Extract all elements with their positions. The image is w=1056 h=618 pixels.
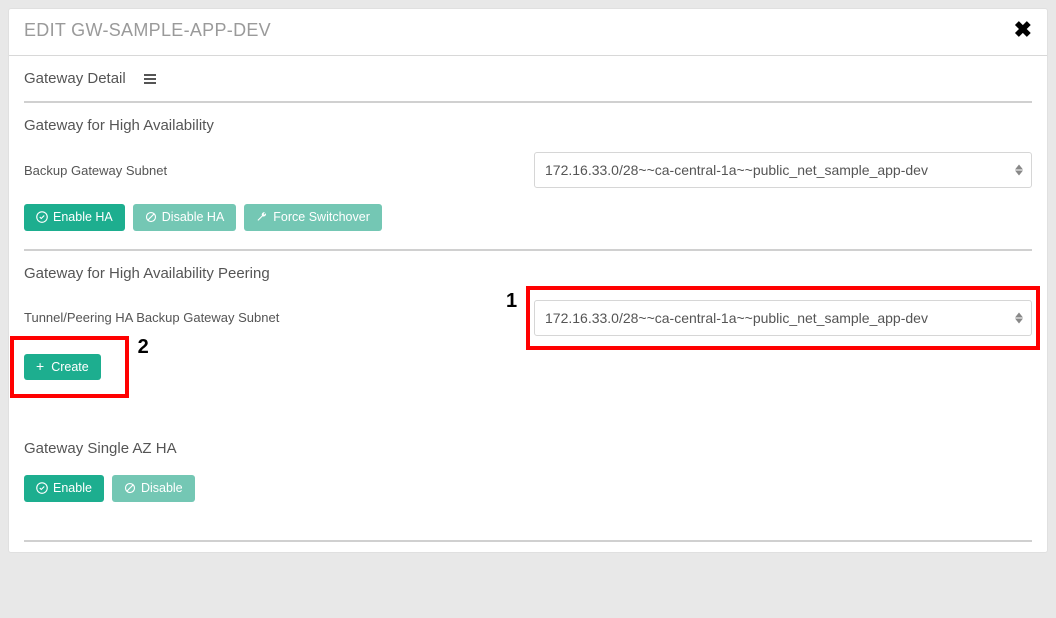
select-arrows-icon [1015,165,1023,176]
gateway-detail-label: Gateway Detail [24,70,126,87]
spacer [24,410,1032,440]
force-switchover-button[interactable]: Force Switchover [244,204,382,231]
peering-field-row: Tunnel/Peering HA Backup Gateway Subnet … [24,300,1032,336]
plus-icon: + [36,361,44,372]
callout-1: 1 [506,290,517,313]
ha-field-row: Backup Gateway Subnet 172.16.33.0/28~~ca… [24,152,1032,188]
disable-single-az-label: Disable [141,482,183,495]
wrench-icon [256,211,268,223]
peering-subnet-value: 172.16.33.0/28~~ca-central-1a~~public_ne… [545,310,928,326]
callout-2: 2 [138,336,149,359]
ha-button-row: Enable HA Disable HA Force Switchover [24,204,1032,231]
section-peering-heading: Gateway for High Availability Peering [24,265,1032,282]
content-area: Gateway Detail Gateway for High Availabi… [9,56,1047,552]
single-az-button-row: Enable Disable [24,475,1032,502]
create-label: Create [51,361,89,374]
create-button[interactable]: + Create [24,354,101,381]
ban-icon [124,482,136,494]
peering-select-wrap: 172.16.33.0/28~~ca-central-1a~~public_ne… [534,300,1032,336]
gateway-detail-row: Gateway Detail [24,56,1032,101]
disable-single-az-button[interactable]: Disable [112,475,195,502]
peering-field-label: Tunnel/Peering HA Backup Gateway Subnet [24,310,534,325]
check-circle-icon [36,211,48,223]
select-arrows-icon [1015,312,1023,323]
section-ha: Gateway for High Availability Backup Gat… [24,101,1032,249]
section-single-az: Gateway Single AZ HA Enable Disable [24,440,1032,520]
enable-ha-label: Enable HA [53,211,113,224]
ha-field-label: Backup Gateway Subnet [24,163,534,178]
ban-icon [145,211,157,223]
hamburger-icon[interactable] [144,74,156,84]
backup-subnet-select[interactable]: 172.16.33.0/28~~ca-central-1a~~public_ne… [534,152,1032,188]
ha-select-wrap: 172.16.33.0/28~~ca-central-1a~~public_ne… [534,152,1032,188]
enable-single-az-label: Enable [53,482,92,495]
disable-ha-label: Disable HA [162,211,225,224]
edit-panel: EDIT GW-SAMPLE-APP-DEV ✖ Gateway Detail … [8,8,1048,553]
backup-subnet-value: 172.16.33.0/28~~ca-central-1a~~public_ne… [545,162,928,178]
page-title: EDIT GW-SAMPLE-APP-DEV [24,20,271,41]
force-switchover-label: Force Switchover [273,211,370,224]
title-bar: EDIT GW-SAMPLE-APP-DEV ✖ [9,9,1047,56]
enable-ha-button[interactable]: Enable HA [24,204,125,231]
disable-ha-button[interactable]: Disable HA [133,204,237,231]
peering-button-row: + Create 2 [24,354,101,381]
section-ha-heading: Gateway for High Availability [24,117,1032,134]
section-single-az-heading: Gateway Single AZ HA [24,440,1032,457]
peering-subnet-select[interactable]: 172.16.33.0/28~~ca-central-1a~~public_ne… [534,300,1032,336]
close-icon[interactable]: ✖ [1014,17,1032,43]
check-circle-icon [36,482,48,494]
enable-single-az-button[interactable]: Enable [24,475,104,502]
section-peering: Gateway for High Availability Peering Tu… [24,249,1032,411]
